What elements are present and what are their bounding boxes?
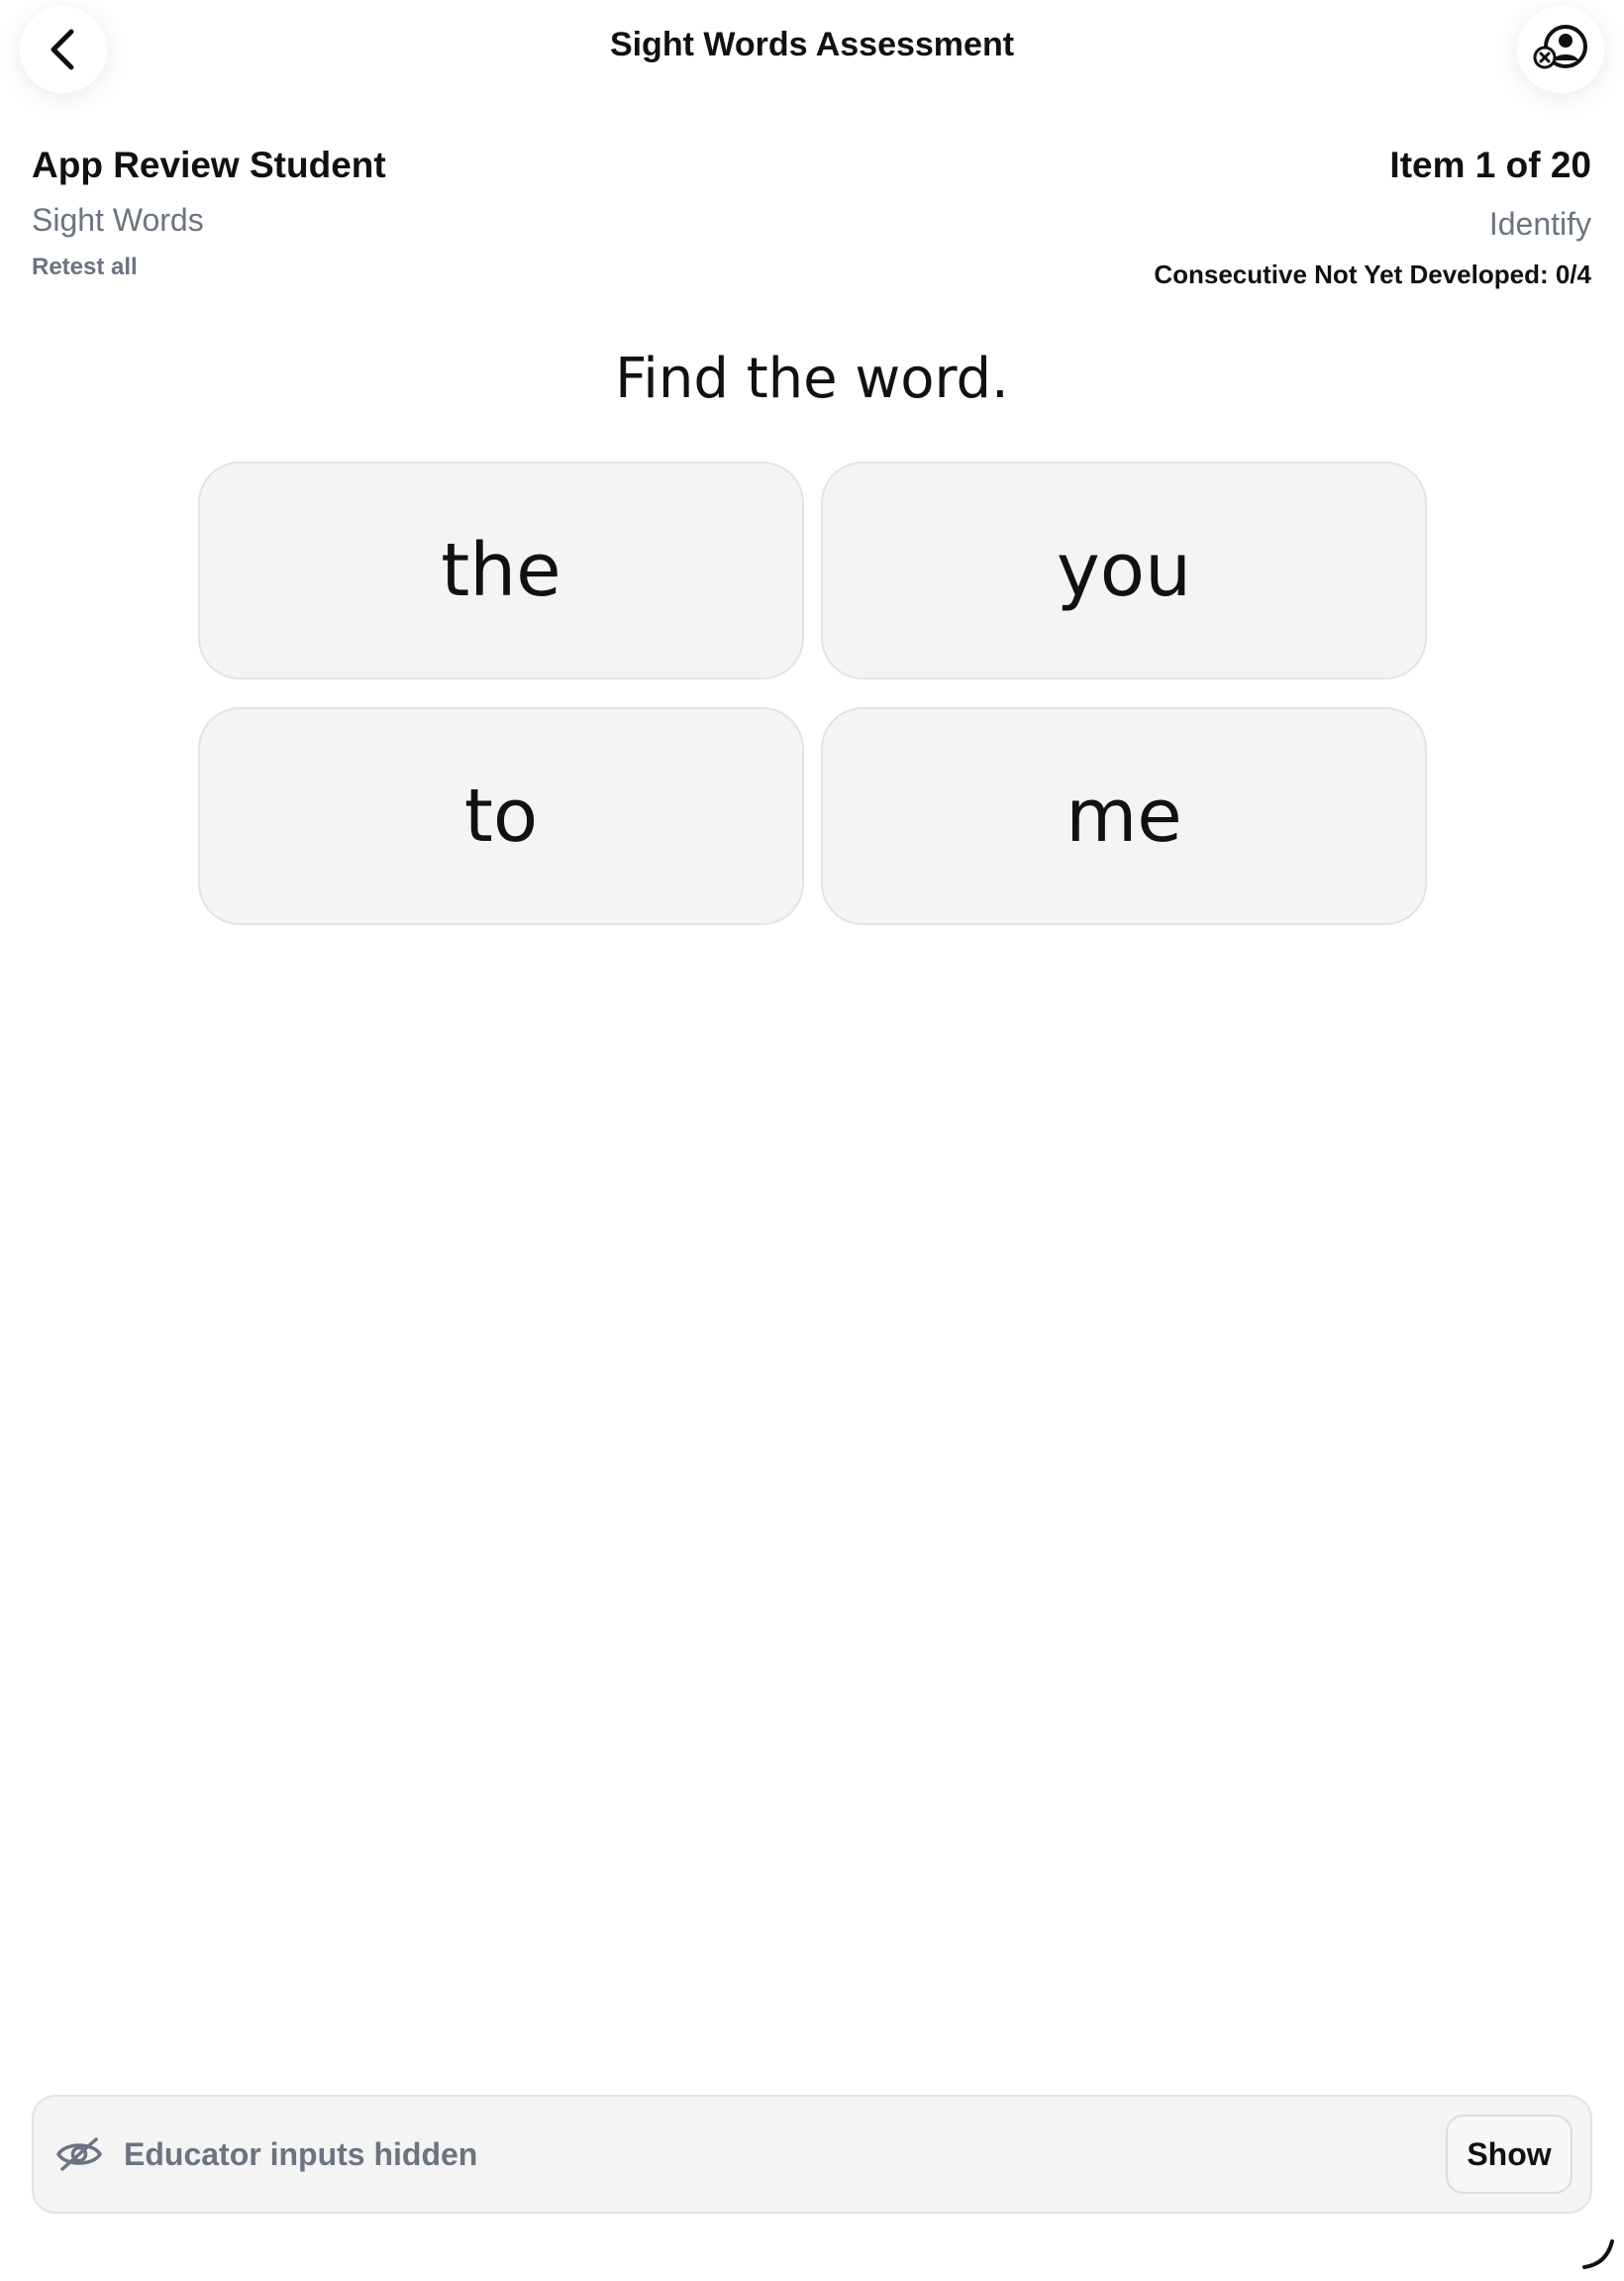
resize-handle-icon — [1582, 2239, 1614, 2269]
educator-inputs-bar: Educator inputs hidden Show — [32, 2095, 1592, 2214]
educator-inputs-status: Educator inputs hidden — [124, 2136, 478, 2172]
retest-all-button[interactable]: Retest all — [32, 254, 138, 281]
item-counter: Item 1 of 20 — [1389, 145, 1591, 185]
page-title: Sight Words Assessment — [609, 26, 1015, 63]
assessment-mode: Identify — [1488, 206, 1591, 242]
word-choice-you[interactable]: you — [821, 462, 1427, 679]
assessment-screen: Sight Words Assessment App Review Studen… — [0, 0, 1624, 2281]
eye-off-icon — [55, 2137, 103, 2171]
student-name: App Review Student — [32, 145, 386, 185]
account-switch-button[interactable] — [1517, 6, 1604, 93]
question-prompt: Find the word. — [615, 347, 1009, 411]
word-choice-the[interactable]: the — [198, 462, 804, 679]
consecutive-status: Consecutive Not Yet Developed: 0/4 — [1154, 259, 1591, 289]
assessment-subject: Sight Words — [32, 202, 204, 238]
word-choice-me[interactable]: me — [821, 707, 1427, 925]
account-switch-icon — [1533, 25, 1587, 69]
show-educator-inputs-button[interactable]: Show — [1446, 2115, 1573, 2194]
word-choice-to[interactable]: to — [198, 707, 804, 925]
